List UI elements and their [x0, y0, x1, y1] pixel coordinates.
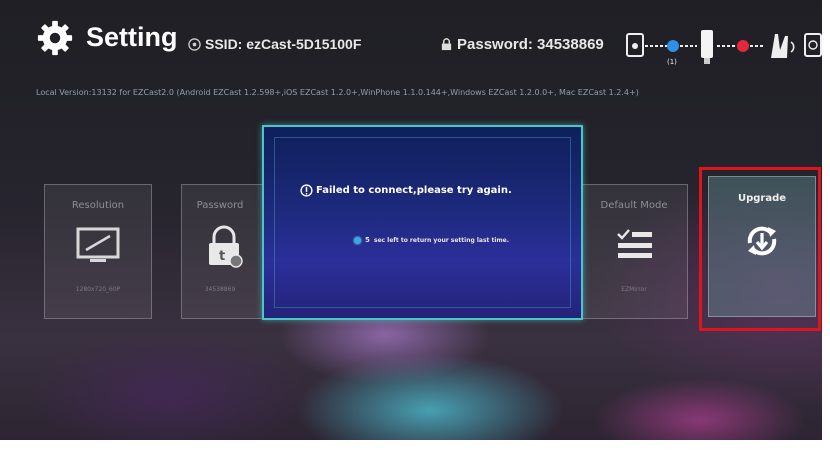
phone-icon — [626, 33, 644, 57]
tile-resolution-label: Resolution — [71, 200, 125, 211]
dialog-inner-border — [274, 137, 571, 308]
tile-default-mode-label: Default Mode — [600, 200, 668, 211]
info-icon — [300, 184, 313, 197]
dialog-countdown: 5 sec left to return your setting last t… — [354, 236, 509, 244]
dialog-message-text: Failed to connect,please try again. — [316, 185, 512, 196]
wifi-icon — [188, 37, 201, 51]
tile-default-mode-value: EZMirror — [621, 286, 647, 293]
tile-default-mode[interactable]: Default Mode EZMirror — [580, 184, 688, 319]
screen: Setting SSID: ezCast-5D15100F Password: … — [0, 0, 830, 451]
error-dialog: Failed to connect,please try again. 5 se… — [262, 125, 583, 320]
svg-text:t: t — [219, 249, 225, 264]
countdown-dot-icon — [354, 236, 361, 244]
countdown-number: 5 — [365, 236, 370, 244]
gear-icon — [37, 20, 73, 56]
list-icon — [617, 229, 652, 258]
diagram-marker: (1) — [667, 58, 677, 66]
dongle-icon — [701, 30, 713, 64]
password-text: Password: 34538869 — [457, 36, 604, 53]
tile-resolution[interactable]: Resolution 1280x720_60P — [44, 184, 152, 319]
monitor-icon — [76, 227, 120, 262]
photo-border-bottom — [0, 440, 830, 451]
connection-diagram: (1) — [626, 30, 822, 66]
countdown-text: sec left to return your setting last tim… — [373, 236, 510, 244]
connection-failed-icon — [737, 40, 749, 52]
dialog-message: Failed to connect,please try again. — [300, 184, 512, 197]
ssid-info: SSID: ezCast-5D15100F — [188, 36, 361, 52]
lock-icon: t — [209, 225, 243, 268]
photo-border-right — [822, 0, 830, 451]
upgrade-highlight-box — [699, 167, 821, 331]
version-info: Local Version:13132 for EZCast2.0 (Andro… — [36, 88, 639, 97]
connection-ok-icon — [667, 40, 679, 52]
ssid-text: SSID: ezCast-5D15100F — [205, 36, 362, 52]
password-info: Password: 34538869 — [440, 36, 604, 53]
globe-icon — [804, 33, 822, 57]
router-icon — [771, 34, 795, 58]
page-title: Setting — [86, 22, 178, 52]
tile-resolution-value: 1280x720_60P — [75, 286, 121, 293]
lock-small-icon — [441, 38, 452, 51]
